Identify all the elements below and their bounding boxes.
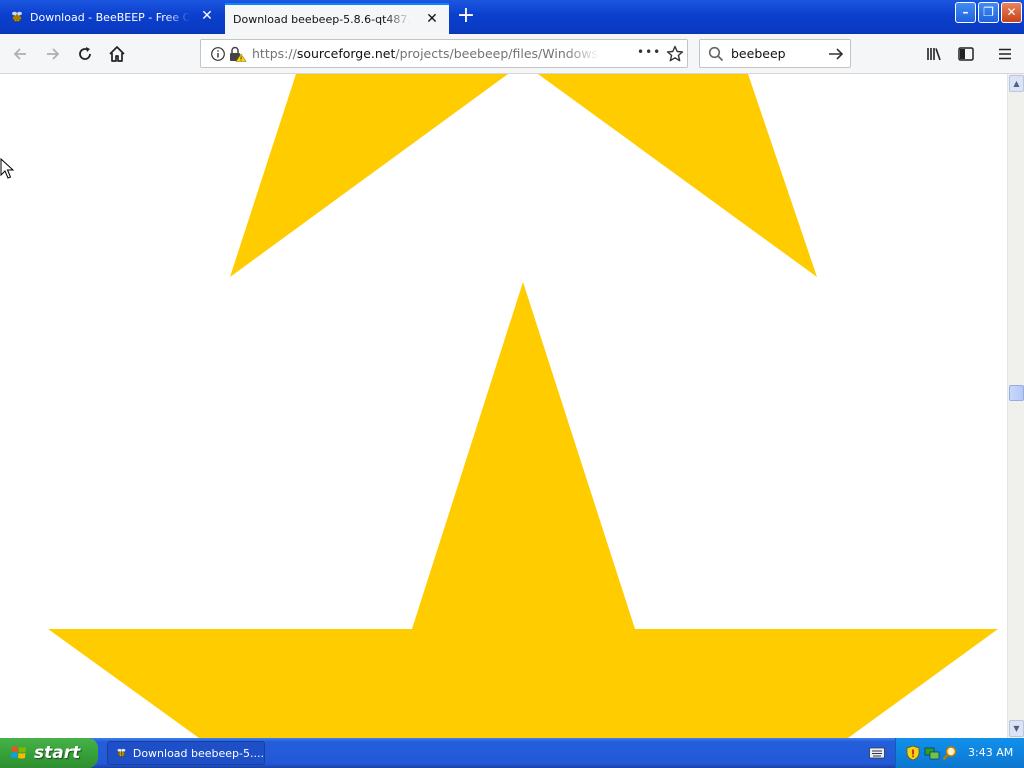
hamburger-menu-icon [999, 48, 1011, 60]
restore-button[interactable]: ❐ [978, 2, 999, 23]
bee-favicon [12, 11, 22, 22]
forward-arrow-icon [47, 48, 60, 60]
url-text[interactable]: https://sourceforge.net/projects/beebeep… [252, 46, 600, 61]
sidebar-button[interactable] [954, 42, 978, 66]
insecure-lock-icon[interactable] [229, 46, 247, 62]
search-input-value[interactable]: beebeep [731, 46, 786, 61]
sidebar-icon [958, 47, 974, 61]
star-shape-top-left [230, 74, 508, 277]
tab-beebeep-download[interactable]: Download - BeeBEEP - Free Office ✕ [0, 2, 224, 32]
tab-title: Download beebeep-5.8.6-qt487.zip (BeeBEE… [233, 13, 411, 26]
close-tab-icon[interactable]: ✕ [425, 12, 439, 26]
tab-beebeep-zip[interactable]: Download beebeep-5.8.6-qt487.zip (BeeBEE… [225, 3, 449, 34]
close-window-button[interactable]: ✕ [1001, 2, 1022, 23]
scroll-down-arrow-icon[interactable]: ▼ [1009, 720, 1024, 737]
reload-button[interactable] [73, 42, 97, 66]
page-content [0, 74, 1007, 738]
reload-icon [79, 47, 91, 60]
close-tab-icon[interactable]: ✕ [200, 9, 214, 23]
start-button[interactable]: start [0, 738, 98, 768]
browser-tab-strip: Download - BeeBEEP - Free Office ✕ Downl… [0, 0, 1024, 34]
start-label: start [34, 743, 81, 763]
url-host: sourceforge.net [296, 46, 396, 61]
vertical-scrollbar[interactable]: ▲ ▼ [1007, 74, 1024, 738]
home-button[interactable] [105, 42, 129, 66]
minimize-button[interactable]: – [955, 2, 976, 23]
tab-title: Download - BeeBEEP - Free Office [30, 10, 190, 24]
clock: 3:43 AM [968, 746, 1014, 759]
url-bar[interactable]: https://sourceforge.net/projects/beebeep… [200, 39, 688, 68]
scrollbar-thumb[interactable] [1009, 385, 1024, 401]
search-bar[interactable]: beebeep [699, 39, 851, 68]
keyboard-icon[interactable] [869, 747, 885, 759]
bee-favicon [117, 748, 126, 757]
shield-icon[interactable] [905, 745, 921, 761]
search-tray-icon[interactable] [942, 745, 958, 761]
bookmark-star-icon[interactable] [666, 45, 684, 63]
windows-taskbar: start Download beebeep-5.... 3:43 AM [0, 738, 1024, 768]
back-arrow-icon [13, 48, 26, 60]
library-icon [927, 48, 941, 61]
system-tray: 3:43 AM [895, 738, 1024, 768]
forward-button[interactable] [41, 42, 65, 66]
url-path: /projects/beebeep/files/Windows/beebeep-… [395, 46, 600, 61]
scroll-up-arrow-icon[interactable]: ▲ [1009, 75, 1024, 92]
star-shape-top-right [538, 74, 817, 277]
info-icon[interactable] [210, 46, 226, 62]
home-icon [109, 46, 125, 62]
page-actions-icon[interactable]: ••• [637, 45, 661, 59]
star-artwork [48, 74, 998, 738]
taskbar-item-label: Download beebeep-5.... [132, 746, 264, 760]
navigation-toolbar: https://sourceforge.net/projects/beebeep… [0, 34, 1024, 74]
search-icon [708, 46, 724, 62]
back-button[interactable] [8, 42, 32, 66]
menu-button[interactable] [993, 42, 1017, 66]
taskbar-item-firefox[interactable]: Download beebeep-5.... [107, 741, 265, 765]
go-arrow-icon[interactable] [827, 46, 845, 62]
star-shape-bottom [48, 282, 998, 738]
url-protocol: https:// [252, 46, 297, 61]
library-button[interactable] [922, 42, 946, 66]
network-icon[interactable] [924, 745, 940, 761]
new-tab-button[interactable]: + [454, 5, 478, 29]
mouse-cursor-icon [0, 158, 14, 179]
windows-flag-icon [11, 746, 26, 759]
